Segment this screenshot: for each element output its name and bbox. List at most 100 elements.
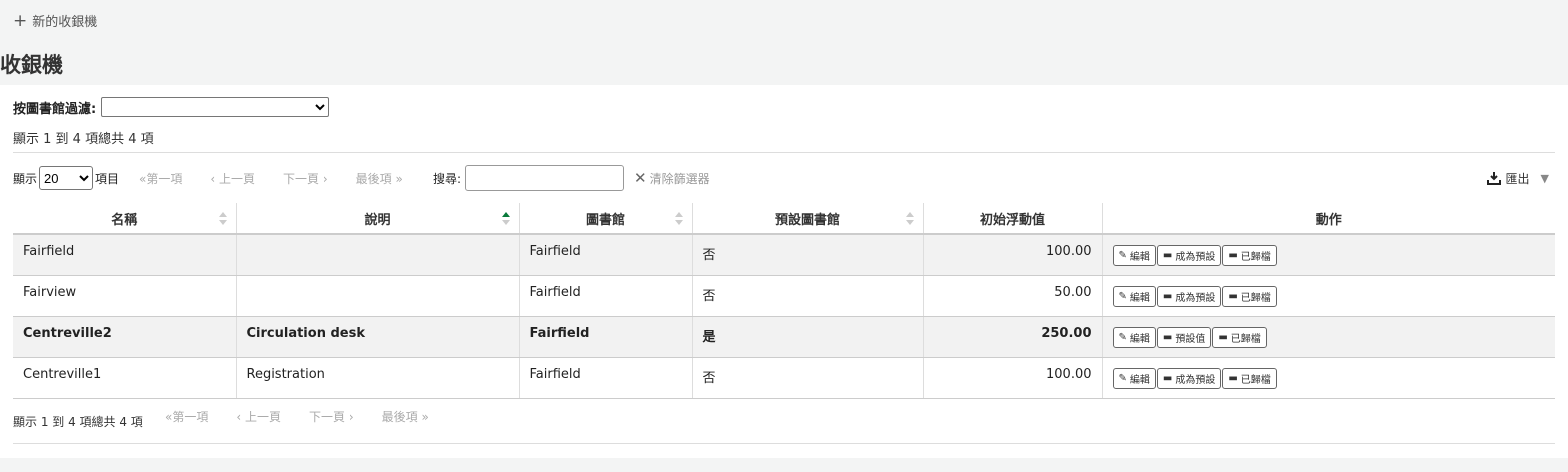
archive-icon: ▬ (1228, 290, 1238, 302)
new-register-button[interactable]: + 新的收銀機 (13, 11, 97, 30)
edit-button[interactable]: ✎ 編輯 (1112, 245, 1156, 266)
archive-icon: ▬ (1228, 372, 1238, 384)
pagination-bottom: «第一項 ‹ 上一頁 下一頁 › 最後項 » (165, 403, 457, 429)
column-actions: 動作 (1102, 203, 1555, 235)
table-row: Fairview Fairfield 否 50.00 ✎ 編輯 ▬ 成為預設 ▬ 已歸檔 (13, 275, 1555, 317)
cell-float: 250.00 (923, 316, 1103, 358)
archive-box-icon: ▬ (1162, 290, 1173, 302)
cell-actions: ✎ 編輯 ▬ 成為預設 ▬ 已歸檔 (1102, 275, 1555, 317)
library-filter: 按圖書館過濾: (13, 97, 330, 117)
cell-name: Fairview (13, 275, 237, 317)
table-row: Centreville2 Circulation desk Fairfield 是 25… (13, 316, 1555, 358)
button-label: 編輯 (1129, 374, 1150, 386)
archive-button[interactable]: ▬ 已歸檔 (1222, 285, 1277, 307)
cell-library: Fairfield (519, 357, 693, 399)
cell-description (236, 234, 520, 276)
table-info-bottom: 顯示 1 到 4 項總共 4 項 (13, 415, 143, 429)
cell-description: Circulation desk (236, 316, 520, 358)
make-default-button[interactable]: ▬ 成為預設 (1156, 285, 1222, 307)
first-page-button[interactable]: «第一項 (165, 408, 208, 425)
library-filter-select[interactable] (101, 97, 330, 117)
cell-float: 100.00 (923, 357, 1103, 399)
archive-button[interactable]: ▬ 已歸檔 (1222, 367, 1277, 389)
sort-icon (218, 212, 227, 225)
search-input[interactable] (465, 165, 625, 191)
button-label: 成為預設 (1175, 292, 1216, 304)
prev-page-button[interactable]: ‹ 上一頁 (236, 408, 281, 425)
column-name[interactable]: 名稱 (13, 203, 237, 235)
edit-button[interactable]: ✎ 編輯 (1112, 326, 1156, 348)
export-button[interactable]: 匯出 ▼ (1486, 165, 1549, 191)
archive-button[interactable]: ▬ 已歸檔 (1212, 326, 1267, 348)
cell-actions: ✎ 編輯 ▬ 成為預設 ▬ 已歸檔 (1102, 234, 1555, 276)
archive-box-icon: ▬ (1162, 372, 1173, 384)
archive-button[interactable]: ▬ 已歸檔 (1222, 245, 1277, 266)
archive-box-icon: ▬ (1162, 331, 1173, 343)
archive-box-icon: ▬ (1162, 250, 1173, 261)
make-default-button[interactable]: ▬ 成為預設 (1156, 367, 1222, 389)
pencil-icon: ✎ (1118, 290, 1127, 302)
table-controls: 顯示 20 項目 «第一項 ‹ 上一頁 下一頁 › 最後項 » 搜尋: ✕ 清除… (13, 165, 1555, 191)
cell-library: Fairfield (519, 234, 693, 276)
cell-float: 50.00 (923, 275, 1103, 317)
table-row: Centreville1 Registration Fairfield 否 100.00… (13, 357, 1555, 399)
button-label: 已歸檔 (1230, 333, 1261, 345)
pencil-icon: ✎ (1118, 250, 1127, 261)
cell-name: Fairfield (13, 234, 237, 276)
page-length-prefix: 顯示 (13, 171, 38, 186)
last-page-button[interactable]: 最後項 » (356, 170, 403, 187)
cell-default: 否 (692, 357, 924, 399)
divider (13, 443, 1555, 444)
sort-icon (674, 212, 683, 225)
table-row: Fairfield Fairfield 否 100.00 ✎ 編輯 ▬ 成為預設 ▬ 已歸檔 (13, 234, 1555, 276)
toolbar: + 新的收銀機 (0, 0, 1568, 40)
cell-name: Centreville2 (13, 316, 237, 358)
next-page-button[interactable]: 下一頁 › (309, 408, 354, 425)
cell-name: Centreville1 (13, 357, 237, 399)
download-icon (1486, 172, 1501, 185)
button-label: 成為預設 (1175, 374, 1216, 386)
cell-default: 否 (692, 275, 924, 317)
button-label: 編輯 (1129, 333, 1150, 345)
next-page-button[interactable]: 下一頁 › (283, 170, 328, 187)
library-filter-label: 按圖書館過濾: (13, 101, 97, 117)
button-label: 編輯 (1129, 292, 1150, 304)
page-title: 收銀機 (0, 53, 63, 77)
button-label: 已歸檔 (1240, 252, 1271, 263)
archive-icon: ▬ (1228, 250, 1238, 261)
button-label: 成為預設 (1175, 252, 1216, 263)
last-page-button[interactable]: 最後項 » (382, 408, 429, 425)
page-length-select[interactable]: 20 (39, 166, 94, 190)
cell-description (236, 275, 520, 317)
new-register-label: 新的收銀機 (32, 15, 98, 30)
table-info-top: 顯示 1 到 4 項總共 4 項 (13, 132, 154, 147)
sort-icon (501, 212, 510, 225)
edit-button[interactable]: ✎ 編輯 (1112, 285, 1156, 307)
divider (13, 152, 1555, 153)
registers-table: 名稱 說明 圖書館 預設圖書館 初始浮動值 動作 Fairfield Fairfi… (13, 203, 1555, 399)
column-default-library[interactable]: 預設圖書館 (692, 203, 924, 235)
page-length-suffix: 項目 (95, 171, 120, 186)
pencil-icon: ✎ (1118, 372, 1127, 384)
column-initial-float: 初始浮動值 (923, 203, 1103, 235)
table-header: 名稱 說明 圖書館 預設圖書館 初始浮動值 動作 (13, 203, 1555, 235)
prev-page-button[interactable]: ‹ 上一頁 (210, 170, 255, 187)
cell-library: Fairfield (519, 316, 693, 358)
cell-library: Fairfield (519, 275, 693, 317)
cell-actions: ✎ 編輯 ▬ 成為預設 ▬ 已歸檔 (1102, 357, 1555, 399)
edit-button[interactable]: ✎ 編輯 (1112, 367, 1156, 389)
make-default-button[interactable]: ▬ 成為預設 (1156, 245, 1222, 266)
first-page-button[interactable]: «第一項 (139, 170, 182, 187)
search: 搜尋: ✕ 清除篩選器 (433, 165, 710, 191)
button-label: 編輯 (1129, 252, 1150, 263)
clear-filter-button[interactable]: ✕ 清除篩選器 (634, 169, 710, 187)
column-description[interactable]: 說明 (236, 203, 520, 235)
button-label: 已歸檔 (1240, 374, 1271, 386)
sort-icon (905, 212, 914, 225)
make-default-button[interactable]: ▬ 預設值 (1156, 326, 1212, 348)
button-label: 預設值 (1175, 333, 1206, 345)
page-length: 顯示 20 項目 (13, 165, 119, 191)
button-label: 已歸檔 (1240, 292, 1271, 304)
cell-float: 100.00 (923, 234, 1103, 276)
column-library[interactable]: 圖書館 (519, 203, 693, 235)
